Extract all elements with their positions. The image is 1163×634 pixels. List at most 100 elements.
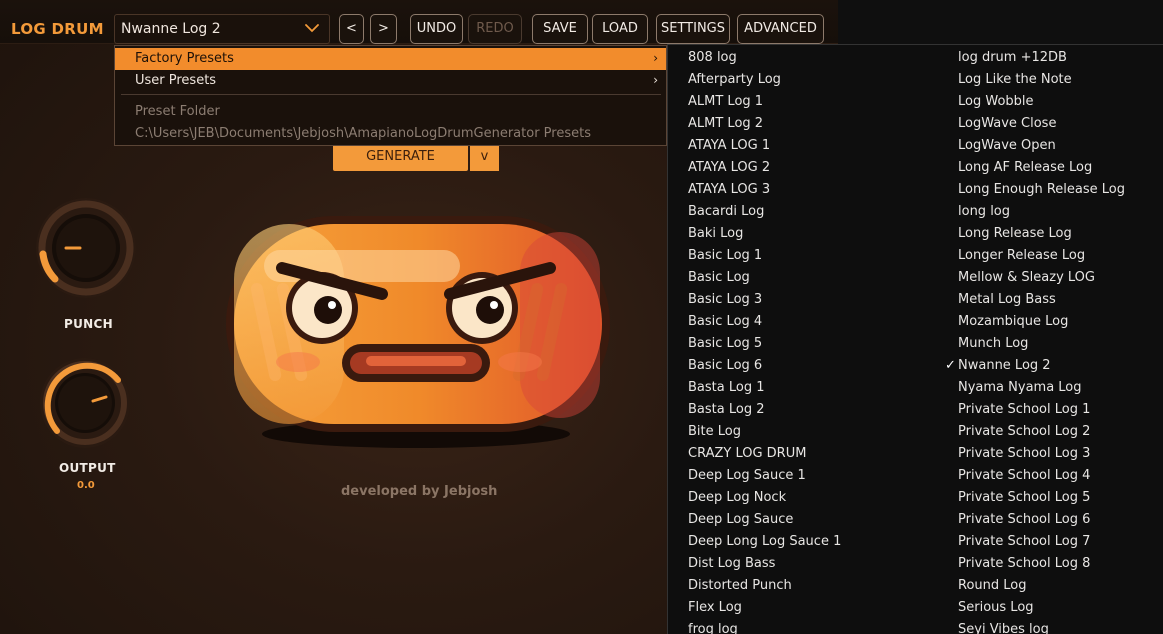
preset-menu-item[interactable]: Afterparty Log	[688, 71, 841, 93]
preset-menu-item-label: Longer Release Log	[958, 248, 1086, 263]
preset-menu-item[interactable]: ALMT Log 1	[688, 93, 841, 115]
preset-menu-item[interactable]: Basic Log 6	[688, 357, 841, 379]
preset-dropdown[interactable]: Nwanne Log 2	[114, 14, 330, 44]
preset-menu-item[interactable]: Basic Log 3	[688, 291, 841, 313]
preset-menu-item[interactable]: Longer Release Log	[958, 247, 1125, 269]
preset-menu-item[interactable]: LogWave Open	[958, 137, 1125, 159]
preset-menu-item[interactable]: Private School Log 8	[958, 555, 1125, 577]
preset-menu-item[interactable]: Deep Long Log Sauce 1	[688, 533, 841, 555]
preset-menu-item-label: Long Enough Release Log	[958, 182, 1126, 197]
preset-menu-item[interactable]: Private School Log 6	[958, 511, 1125, 533]
preset-menu-item[interactable]: Private School Log 4	[958, 467, 1125, 489]
preset-menu-item[interactable]: Distorted Punch	[688, 577, 841, 599]
preset-menu-item[interactable]: Serious Log	[958, 599, 1125, 621]
preset-menu-item-label: Munch Log	[958, 336, 1029, 351]
preset-menu-item-label: Serious Log	[958, 600, 1034, 615]
preset-menu-item[interactable]: Mellow & Sleazy LOG	[958, 269, 1125, 291]
preset-menu-item[interactable]: Munch Log	[958, 335, 1125, 357]
chevron-right-icon: ›	[653, 51, 658, 65]
preset-menu-item[interactable]: log drum +12DB	[958, 49, 1125, 71]
preset-menu-item[interactable]: Mozambique Log	[958, 313, 1125, 335]
preset-menu-item[interactable]: Log Like the Note	[958, 71, 1125, 93]
preset-menu-item[interactable]: CRAZY LOG DRUM	[688, 445, 841, 467]
preset-menu-item-label: Log Wobble	[958, 94, 1034, 109]
preset-menu-item[interactable]: 808 log	[688, 49, 841, 71]
preset-menu-item[interactable]: Flex Log	[688, 599, 841, 621]
preset-menu-item-label: Basta Log 2	[688, 402, 765, 417]
preset-menu-item[interactable]: Metal Log Bass	[958, 291, 1125, 313]
preset-menu-item-label: Long AF Release Log	[958, 160, 1093, 175]
preset-menu-item[interactable]: Basic Log 5	[688, 335, 841, 357]
menu-item-user-presets[interactable]: User Presets ›	[115, 70, 666, 92]
preset-menu-item[interactable]: Baki Log	[688, 225, 841, 247]
preset-menu-item-label: Basic Log	[688, 270, 750, 285]
preset-menu-item-label: Log Like the Note	[958, 72, 1072, 87]
preset-menu-item[interactable]: ALMT Log 2	[688, 115, 841, 137]
preset-menu-item[interactable]: Seyi Vibes log	[958, 621, 1125, 634]
advanced-button[interactable]: ADVANCED	[737, 14, 824, 44]
menu-item-factory-presets[interactable]: Factory Presets ›	[115, 48, 666, 70]
preset-menu-item[interactable]: Dist Log Bass	[688, 555, 841, 577]
menu-item-label: User Presets	[135, 73, 217, 88]
preset-menu-item[interactable]: ATAYA LOG 1	[688, 137, 841, 159]
preset-menu-item-label: Deep Log Nock	[688, 490, 787, 505]
factory-presets-submenu: 808 log Afterparty Log ALMT Log 1 ALMT Log …	[667, 44, 1163, 634]
save-button[interactable]: SAVE	[532, 14, 588, 44]
prev-preset-button[interactable]: <	[339, 14, 364, 44]
preset-menu-item[interactable]: Private School Log 2	[958, 423, 1125, 445]
preset-menu-item-label: Round Log	[958, 578, 1027, 593]
generate-button[interactable]: GENERATE	[333, 146, 468, 171]
preset-menu-item[interactable]: ✓ Nwanne Log 2	[945, 357, 1125, 379]
redo-button[interactable]: REDO	[468, 14, 522, 44]
undo-button[interactable]: UNDO	[410, 14, 463, 44]
preset-menu-item[interactable]: Long AF Release Log	[958, 159, 1125, 181]
next-preset-button[interactable]: >	[370, 14, 397, 44]
load-button[interactable]: LOAD	[592, 14, 648, 44]
preset-menu-item[interactable]: Bacardi Log	[688, 203, 841, 225]
preset-menu-item-label: Bite Log	[688, 424, 741, 439]
preset-menu-item[interactable]: Nyama Nyama Log	[958, 379, 1125, 401]
preset-menu-item[interactable]: Private School Log 3	[958, 445, 1125, 467]
preset-menu-item-label: Private School Log 8	[958, 556, 1091, 571]
preset-menu-item[interactable]: Log Wobble	[958, 93, 1125, 115]
preset-menu-item[interactable]: Deep Log Sauce 1	[688, 467, 841, 489]
preset-menu-item-label: ALMT Log 1	[688, 94, 764, 109]
preset-menu-item[interactable]: Private School Log 7	[958, 533, 1125, 555]
preset-menu-item-label: ALMT Log 2	[688, 116, 764, 131]
preset-menu-item-label: Private School Log 5	[958, 490, 1091, 505]
preset-menu-item[interactable]: Basic Log 1	[688, 247, 841, 269]
preset-menu-item-label: LogWave Open	[958, 138, 1056, 153]
preset-menu-item[interactable]: long log	[958, 203, 1125, 225]
preset-menu-item-label: CRAZY LOG DRUM	[688, 446, 807, 461]
output-knob[interactable]	[38, 356, 132, 450]
preset-menu-item[interactable]: Deep Log Sauce	[688, 511, 841, 533]
preset-menu-item[interactable]: Basic Log 4	[688, 313, 841, 335]
preset-menu-item[interactable]: ATAYA LOG 2	[688, 159, 841, 181]
preset-menu-item[interactable]: Basta Log 2	[688, 401, 841, 423]
preset-menu-item[interactable]: Deep Log Nock	[688, 489, 841, 511]
generate-options-button[interactable]: v	[470, 146, 499, 171]
preset-menu-item[interactable]: Private School Log 5	[958, 489, 1125, 511]
preset-menu-item-label: Mozambique Log	[958, 314, 1069, 329]
preset-menu-item-label: Private School Log 7	[958, 534, 1091, 549]
settings-button[interactable]: SETTINGS	[656, 14, 730, 44]
punch-knob[interactable]	[34, 196, 138, 300]
preset-menu-item[interactable]: Basic Log	[688, 269, 841, 291]
punch-label: PUNCH	[64, 317, 113, 331]
preset-menu-item[interactable]: Basta Log 1	[688, 379, 841, 401]
preset-menu-item[interactable]: Bite Log	[688, 423, 841, 445]
preset-menu-item[interactable]: Round Log	[958, 577, 1125, 599]
punch-knob-graphic	[36, 198, 136, 298]
preset-menu-item-label: Deep Log Sauce	[688, 512, 794, 527]
preset-menu-item[interactable]: Long Release Log	[958, 225, 1125, 247]
preset-menu-item[interactable]: ATAYA LOG 3	[688, 181, 841, 203]
preset-menu-item[interactable]: Private School Log 1	[958, 401, 1125, 423]
menu-item-label: Factory Presets	[135, 51, 234, 66]
preset-menu-item-label: Baki Log	[688, 226, 744, 241]
preset-menu-item-label: Basic Log 4	[688, 314, 763, 329]
preset-menu-item[interactable]: frog log	[688, 621, 841, 634]
preset-menu-item[interactable]: LogWave Close	[958, 115, 1125, 137]
preset-menu-item-label: Basic Log 1	[688, 248, 763, 263]
preset-menu-item-label: Bacardi Log	[688, 204, 765, 219]
preset-menu-item[interactable]: Long Enough Release Log	[958, 181, 1125, 203]
